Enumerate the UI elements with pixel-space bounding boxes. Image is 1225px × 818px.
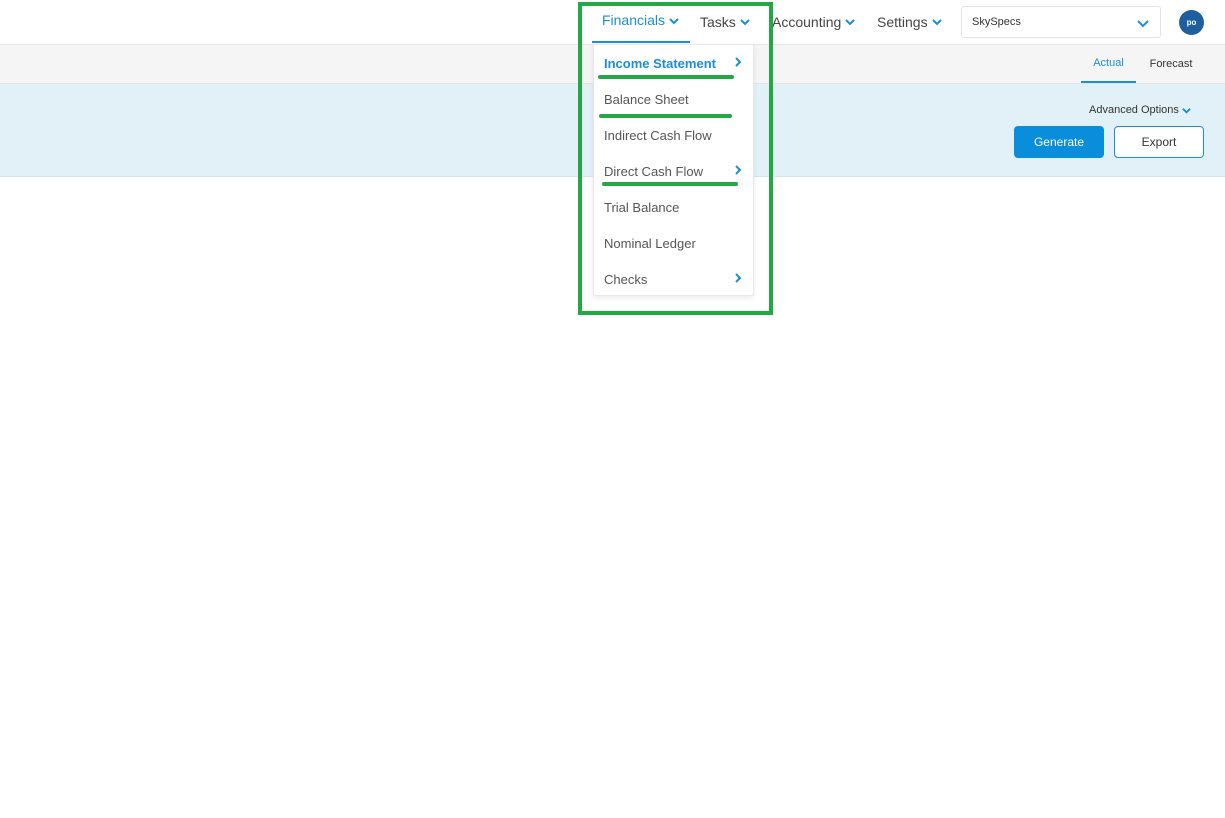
company-select[interactable]: SkySpecs <box>961 6 1161 38</box>
nav-settings[interactable]: Settings <box>877 0 943 43</box>
tab-actual[interactable]: Actual <box>1081 45 1136 83</box>
menu-item-income-statement[interactable]: Income Statement <box>594 45 753 81</box>
chevron-down-icon <box>740 18 750 25</box>
chevron-down-icon <box>669 17 679 24</box>
avatar[interactable]: po <box>1179 10 1204 35</box>
nav-financials[interactable]: Financials <box>592 0 690 43</box>
chevron-right-icon <box>735 165 742 175</box>
nav-tasks-label: Tasks <box>700 13 736 30</box>
menu-item-direct-cash-flow[interactable]: Direct Cash Flow <box>594 153 753 189</box>
advanced-options-label: Advanced Options <box>1089 104 1179 116</box>
menu-item-trial-balance[interactable]: Trial Balance <box>594 189 753 225</box>
top-navbar: Financials Tasks Accounting Settings Sky… <box>0 0 1225 45</box>
menu-item-label: Indirect Cash Flow <box>604 127 712 143</box>
nav-tasks[interactable]: Tasks <box>700 0 751 43</box>
nav-accounting-label: Accounting <box>772 13 842 30</box>
company-select-value: SkySpecs <box>972 16 1021 28</box>
menu-item-balance-sheet[interactable]: Balance Sheet <box>594 81 753 117</box>
menu-item-nominal-ledger[interactable]: Nominal Ledger <box>594 225 753 261</box>
menu-item-label: Direct Cash Flow <box>604 163 703 179</box>
menu-item-label: Nominal Ledger <box>604 235 696 251</box>
nav-settings-label: Settings <box>877 13 928 30</box>
advanced-options-toggle[interactable]: Advanced Options <box>1089 104 1192 116</box>
menu-item-label: Income Statement <box>604 55 716 71</box>
menu-item-label: Checks <box>604 271 648 287</box>
financials-dropdown-menu: Income Statement Balance Sheet Indirect … <box>593 44 754 296</box>
chevron-down-icon <box>931 18 942 25</box>
chevron-down-icon <box>1182 107 1191 114</box>
export-button[interactable]: Export <box>1114 126 1204 158</box>
chevron-right-icon <box>735 273 742 283</box>
menu-item-label: Trial Balance <box>604 199 680 215</box>
menu-item-checks[interactable]: Checks <box>594 261 753 297</box>
nav-financials-label: Financials <box>601 11 666 28</box>
menu-item-indirect-cash-flow[interactable]: Indirect Cash Flow <box>594 117 753 153</box>
menu-item-label: Balance Sheet <box>604 91 689 107</box>
tab-forecast[interactable]: Forecast <box>1142 45 1200 83</box>
chevron-down-icon <box>1137 20 1149 28</box>
nav-accounting[interactable]: Accounting <box>772 0 856 43</box>
chevron-right-icon <box>735 57 742 67</box>
generate-button[interactable]: Generate <box>1014 126 1104 158</box>
chevron-down-icon <box>845 18 855 25</box>
avatar-initials: po <box>1186 18 1197 27</box>
